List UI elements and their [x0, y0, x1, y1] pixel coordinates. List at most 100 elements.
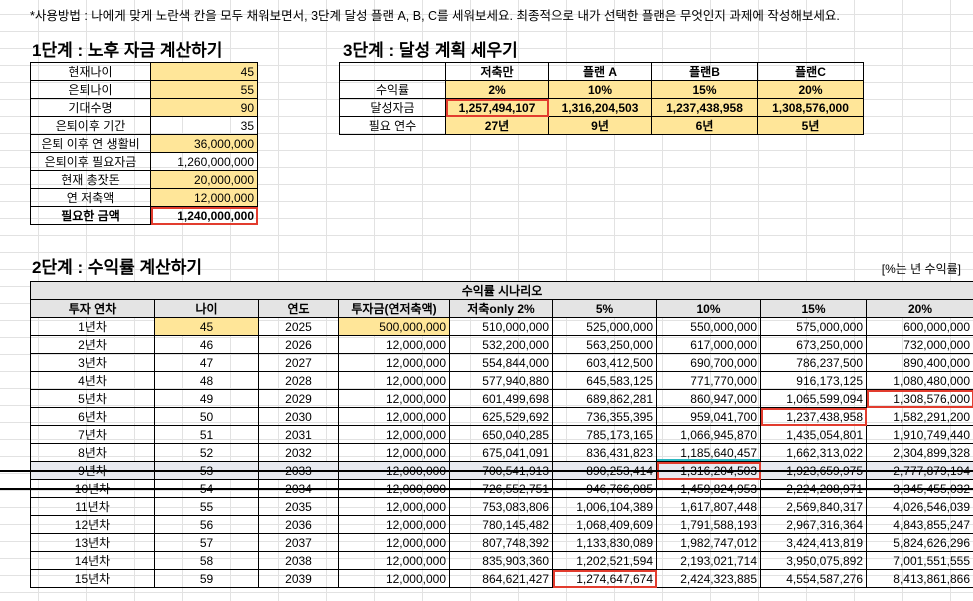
cell-investment[interactable]: 12,000,000: [338, 425, 450, 444]
cell-savings-2pct[interactable]: 532,200,000: [449, 335, 553, 354]
years-savings[interactable]: 27년: [445, 116, 549, 135]
cell-year[interactable]: 2031: [258, 425, 339, 444]
cell-5pct[interactable]: 1,133,830,089: [552, 533, 657, 552]
cell-savings-2pct[interactable]: 807,748,392: [449, 533, 553, 552]
cell-investment[interactable]: 12,000,000: [338, 407, 450, 426]
funds-savings[interactable]: 1,257,494,107: [445, 98, 549, 117]
input-current-savings[interactable]: 20,000,000: [150, 170, 258, 189]
rate-plan-a[interactable]: 10%: [548, 80, 652, 99]
cell-10pct[interactable]: 1,982,747,012: [656, 533, 761, 552]
cell-age[interactable]: 47: [154, 353, 259, 372]
cell-year[interactable]: 2029: [258, 389, 339, 408]
cell-20pct[interactable]: 7,001,551,555: [865, 551, 973, 570]
cell-year-count[interactable]: 1년차: [30, 317, 155, 336]
cell-age[interactable]: 59: [154, 569, 259, 588]
cell-15pct[interactable]: 4,554,587,276: [760, 569, 867, 588]
cell-15pct[interactable]: 1,662,313,022: [760, 443, 867, 462]
cell-15pct[interactable]: 2,569,840,317: [760, 497, 867, 516]
input-retire-age[interactable]: 55: [150, 80, 258, 99]
cell-5pct[interactable]: 645,583,125: [552, 371, 657, 390]
cell-investment[interactable]: 12,000,000: [338, 443, 450, 462]
funds-plan-a[interactable]: 1,316,204,503: [548, 98, 652, 117]
cell-age[interactable]: 46: [154, 335, 259, 354]
cell-20pct[interactable]: 600,000,000: [865, 317, 973, 336]
cell-investment[interactable]: 500,000,000: [338, 317, 450, 336]
cell-investment[interactable]: 12,000,000: [338, 515, 450, 534]
cell-20pct[interactable]: 4,026,546,039: [865, 497, 973, 516]
cell-savings-2pct[interactable]: 753,083,806: [449, 497, 553, 516]
cell-age[interactable]: 55: [154, 497, 259, 516]
value-retire-period[interactable]: 35: [150, 116, 258, 135]
cell-20pct[interactable]: 2,304,899,328: [865, 443, 973, 462]
cell-year-count[interactable]: 15년차: [30, 569, 155, 588]
cell-investment[interactable]: 12,000,000: [338, 389, 450, 408]
cell-year-count[interactable]: 6년차: [30, 407, 155, 426]
cell-5pct[interactable]: 836,431,823: [552, 443, 657, 462]
cell-year[interactable]: 2035: [258, 497, 339, 516]
cell-savings-2pct[interactable]: 675,041,091: [449, 443, 553, 462]
funds-plan-b[interactable]: 1,237,438,958: [651, 98, 758, 117]
cell-age[interactable]: 48: [154, 371, 259, 390]
rate-plan-b[interactable]: 15%: [651, 80, 758, 99]
funds-plan-c[interactable]: 1,308,576,000: [757, 98, 864, 117]
cell-investment[interactable]: 12,000,000: [338, 497, 450, 516]
cell-year[interactable]: 2025: [258, 317, 339, 336]
years-plan-a[interactable]: 9년: [548, 116, 652, 135]
cell-year-count[interactable]: 14년차: [30, 551, 155, 570]
cell-20pct[interactable]: 1,308,576,000: [865, 389, 973, 408]
cell-year-count[interactable]: 2년차: [30, 335, 155, 354]
cell-20pct[interactable]: 732,000,000: [865, 335, 973, 354]
input-current-age[interactable]: 45: [150, 62, 258, 81]
cell-15pct[interactable]: 575,000,000: [760, 317, 867, 336]
cell-10pct[interactable]: 2,193,021,714: [656, 551, 761, 570]
cell-savings-2pct[interactable]: 554,844,000: [449, 353, 553, 372]
cell-year[interactable]: 2038: [258, 551, 339, 570]
cell-5pct[interactable]: 785,173,165: [552, 425, 657, 444]
cell-15pct[interactable]: 1,237,438,958: [760, 407, 867, 426]
value-required-amount[interactable]: 1,240,000,000: [150, 206, 258, 225]
cell-age[interactable]: 56: [154, 515, 259, 534]
cell-savings-2pct[interactable]: 601,499,698: [449, 389, 553, 408]
cell-5pct[interactable]: 603,412,500: [552, 353, 657, 372]
cell-investment[interactable]: 12,000,000: [338, 551, 450, 570]
cell-year-count[interactable]: 8년차: [30, 443, 155, 462]
cell-5pct[interactable]: 1,006,104,389: [552, 497, 657, 516]
cell-15pct[interactable]: 3,950,075,892: [760, 551, 867, 570]
years-plan-b[interactable]: 6년: [651, 116, 758, 135]
cell-10pct[interactable]: 690,700,000: [656, 353, 761, 372]
cell-10pct[interactable]: 1,617,807,448: [656, 497, 761, 516]
cell-5pct[interactable]: 1,068,409,609: [552, 515, 657, 534]
cell-5pct[interactable]: 1,202,521,594: [552, 551, 657, 570]
cell-savings-2pct[interactable]: 835,903,360: [449, 551, 553, 570]
cell-savings-2pct[interactable]: 510,000,000: [449, 317, 553, 336]
cell-15pct[interactable]: 3,424,413,819: [760, 533, 867, 552]
cell-savings-2pct[interactable]: 625,529,692: [449, 407, 553, 426]
cell-age[interactable]: 57: [154, 533, 259, 552]
cell-investment[interactable]: 12,000,000: [338, 533, 450, 552]
cell-investment[interactable]: 12,000,000: [338, 353, 450, 372]
years-plan-c[interactable]: 5년: [757, 116, 864, 135]
cell-year[interactable]: 2036: [258, 515, 339, 534]
cell-15pct[interactable]: 786,237,500: [760, 353, 867, 372]
cell-15pct[interactable]: 1,065,599,094: [760, 389, 867, 408]
cell-savings-2pct[interactable]: 650,040,285: [449, 425, 553, 444]
cell-savings-2pct[interactable]: 780,145,482: [449, 515, 553, 534]
cell-investment[interactable]: 12,000,000: [338, 569, 450, 588]
cell-investment[interactable]: 12,000,000: [338, 371, 450, 390]
cell-year-count[interactable]: 3년차: [30, 353, 155, 372]
cell-age[interactable]: 52: [154, 443, 259, 462]
cell-year-count[interactable]: 11년차: [30, 497, 155, 516]
cell-10pct[interactable]: 959,041,700: [656, 407, 761, 426]
cell-15pct[interactable]: 2,967,316,364: [760, 515, 867, 534]
cell-15pct[interactable]: 916,173,125: [760, 371, 867, 390]
cell-20pct[interactable]: 1,910,749,440: [865, 425, 973, 444]
cell-5pct[interactable]: 689,862,281: [552, 389, 657, 408]
cell-10pct[interactable]: 771,770,000: [656, 371, 761, 390]
cell-20pct[interactable]: 1,080,480,000: [865, 371, 973, 390]
cell-age[interactable]: 51: [154, 425, 259, 444]
cell-age[interactable]: 49: [154, 389, 259, 408]
rate-plan-c[interactable]: 20%: [757, 80, 864, 99]
cell-20pct[interactable]: 1,582,291,200: [865, 407, 973, 426]
cell-year-count[interactable]: 13년차: [30, 533, 155, 552]
cell-10pct[interactable]: 550,000,000: [656, 317, 761, 336]
